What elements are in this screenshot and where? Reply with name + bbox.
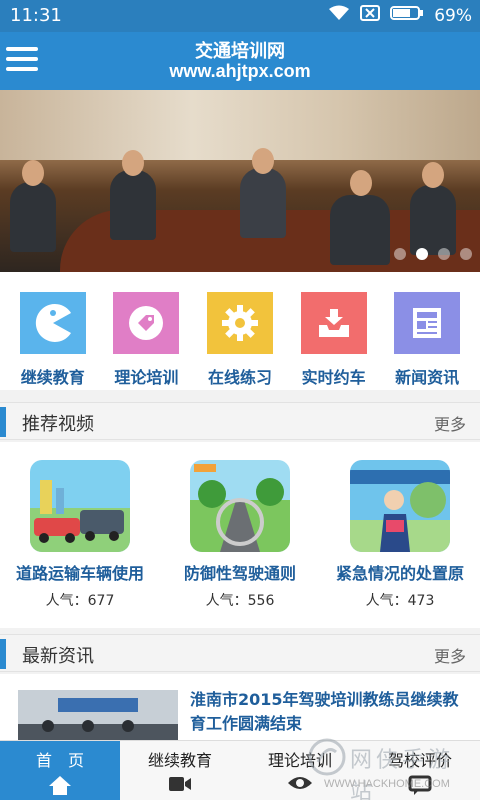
- nav-label: 实时约车: [301, 368, 366, 387]
- banner-carousel[interactable]: [0, 90, 480, 272]
- news-list: 淮南市2015年驾驶培训教练员继续教育工作圆满结束: [0, 674, 480, 750]
- app-header: 交通培训网 www.ahjtpx.com: [0, 32, 480, 90]
- watermark-url: WWW.HACKHOME.COM: [324, 778, 450, 790]
- banner-person: [410, 185, 456, 255]
- banner-person: [10, 182, 56, 252]
- carousel-dots: [394, 248, 472, 260]
- carousel-dot[interactable]: [394, 248, 406, 260]
- video-title[interactable]: 防御性驾驶通则: [162, 560, 318, 584]
- banner-head: [122, 150, 144, 176]
- video-title[interactable]: 道路运输车辆使用: [2, 560, 158, 584]
- banner-wall: [0, 90, 480, 160]
- nav-realtime-booking[interactable]: 实时约车: [289, 292, 379, 390]
- video-camera-icon: [168, 775, 192, 797]
- tab-home[interactable]: 首 页: [0, 741, 120, 800]
- watermark-logo-icon: [308, 738, 346, 776]
- sim-off-icon: [360, 5, 381, 26]
- news-title[interactable]: 淮南市2015年驾驶培训教练员继续教育工作圆满结束: [190, 688, 470, 736]
- site-title: 交通培训网: [195, 41, 285, 62]
- home-icon: [48, 775, 72, 799]
- section-title: 最新资讯: [22, 646, 94, 667]
- nav-online-practice[interactable]: 在线练习: [195, 292, 285, 390]
- video-popularity: 人气：556: [205, 593, 275, 609]
- section-accent-bar: [0, 639, 6, 669]
- video-thumbnail[interactable]: [30, 460, 130, 552]
- video-popularity: 人气：473: [365, 593, 435, 609]
- banner-head: [350, 170, 372, 196]
- status-time: 11:31: [10, 5, 62, 26]
- status-bar: 11:31 69%: [0, 0, 480, 32]
- video-thumbnail[interactable]: [190, 460, 290, 552]
- nav-news[interactable]: 新闻资讯: [382, 292, 472, 390]
- battery-percent: 69%: [434, 5, 472, 26]
- nav-theory-training[interactable]: 理论培训: [101, 292, 191, 390]
- watermark-name: 网侠手游站: [350, 748, 455, 800]
- carousel-dot[interactable]: [438, 248, 450, 260]
- video-card[interactable]: 紧急情况的处置原 人气：473: [320, 460, 480, 628]
- banner-person: [110, 170, 156, 240]
- gear-icon: [206, 292, 273, 354]
- status-icons: 69%: [328, 5, 472, 26]
- wifi-icon: [328, 5, 350, 26]
- site-url: www.ahjtpx.com: [169, 61, 311, 81]
- newspaper-icon: [394, 292, 461, 354]
- video-title[interactable]: 紧急情况的处置原: [322, 560, 478, 584]
- news-section-header: 最新资讯 更多: [0, 634, 480, 672]
- pacman-icon: [19, 292, 86, 354]
- watermark: 网侠手游站 WWW.HACKHOME.COM: [304, 736, 474, 800]
- banner-head: [22, 160, 44, 186]
- banner-person: [330, 195, 390, 265]
- nav-continuing-education[interactable]: 继续教育: [8, 292, 98, 390]
- tab-continuing-education[interactable]: 继续教育: [120, 741, 240, 800]
- nav-label: 继续教育: [20, 368, 85, 387]
- banner-head: [422, 162, 444, 188]
- download-tray-icon: [300, 292, 367, 354]
- carousel-dot[interactable]: [460, 248, 472, 260]
- banner-person: [240, 168, 286, 238]
- video-thumbnail[interactable]: [350, 460, 450, 552]
- nav-label: 在线练习: [207, 368, 272, 387]
- video-popularity: 人气：677: [45, 593, 115, 609]
- section-accent-bar: [0, 407, 6, 437]
- main-nav: 继续教育 理论培训 在线练习 实时约车 新闻资讯: [0, 272, 480, 390]
- nav-label: 新闻资讯: [395, 368, 460, 387]
- tag-icon: [113, 292, 180, 354]
- section-title: 推荐视频: [22, 414, 94, 435]
- tab-label: 继续教育: [147, 751, 212, 770]
- tab-label: 首 页: [35, 751, 84, 770]
- nav-label: 理论培训: [114, 368, 179, 387]
- video-list: 道路运输车辆使用 人气：677 防御性驾驶通则 人气：556 紧急情况的处置原 …: [0, 442, 480, 628]
- battery-icon: [390, 5, 424, 26]
- news-more-link[interactable]: 更多: [434, 643, 466, 667]
- carousel-dot-active[interactable]: [416, 248, 428, 260]
- banner-head: [252, 148, 274, 174]
- videos-section-header: 推荐视频 更多: [0, 402, 480, 440]
- videos-more-link[interactable]: 更多: [434, 411, 466, 435]
- video-card[interactable]: 防御性驾驶通则 人气：556: [160, 460, 320, 628]
- video-card[interactable]: 道路运输车辆使用 人气：677: [0, 460, 160, 628]
